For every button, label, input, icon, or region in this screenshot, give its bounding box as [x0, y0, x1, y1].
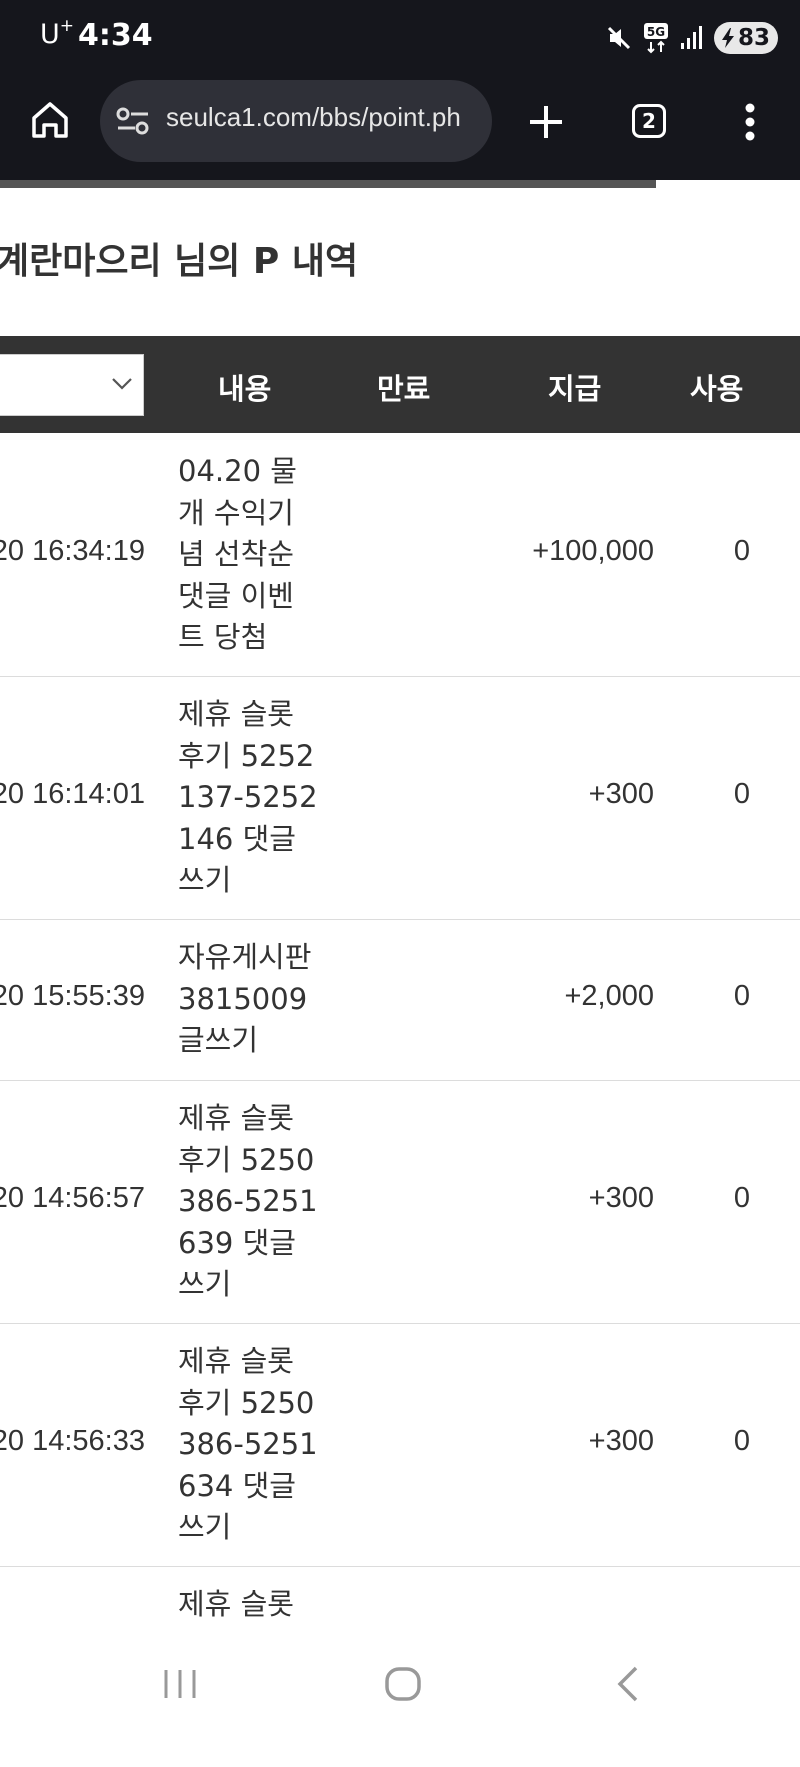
clock: 4:34 [78, 18, 153, 53]
row-date: 20 15:55:39 [0, 980, 145, 1012]
table-row: 20 14:56:33 제휴 슬롯 후기 5250386-5251634 댓글쓰… [0, 1324, 800, 1567]
page-load-progress-fill [0, 180, 656, 188]
back-icon[interactable] [612, 1664, 642, 1704]
column-header-grant: 지급 [548, 372, 602, 406]
mute-icon [607, 26, 631, 50]
home-icon[interactable] [28, 98, 72, 142]
date-filter-select[interactable] [0, 354, 144, 416]
tune-icon[interactable] [116, 106, 150, 136]
column-header-expiry: 만료 [377, 372, 431, 406]
row-grant: +300 [588, 1425, 654, 1457]
tab-switcher-button[interactable]: 2 [632, 104, 666, 138]
row-used: 0 [733, 1425, 750, 1457]
row-content: 제휴 슬롯 [178, 1587, 294, 1621]
chevron-down-icon [112, 378, 132, 390]
signal-icon [680, 26, 702, 49]
battery-indicator: 83 [713, 22, 778, 54]
carrier-sup: + [59, 16, 75, 36]
row-date: 20 16:14:01 [0, 778, 145, 810]
column-header-content: 내용 [218, 372, 272, 406]
row-grant: +300 [588, 1182, 654, 1214]
row-used: 0 [733, 980, 750, 1012]
carrier-name: U [40, 19, 60, 50]
table-row: 20 15:55:39 자유게시판 3815009 글쓰기 +2,000 0 [0, 920, 800, 1081]
row-used: 0 [733, 778, 750, 810]
more-vert-icon[interactable] [732, 102, 768, 142]
row-content: 제휴 슬롯 후기 5250386-5251634 댓글쓰기 [178, 1344, 318, 1544]
row-content: 제휴 슬롯 후기 5252137-5252146 댓글쓰기 [178, 697, 318, 897]
row-date: 20 14:56:57 [0, 1182, 145, 1214]
address-bar[interactable]: seulca1.com/bbs/point.ph [100, 80, 492, 162]
row-content: 자유게시판 3815009 글쓰기 [178, 940, 312, 1057]
recents-icon[interactable] [162, 1664, 198, 1704]
point-history-table: 20 16:34:19 04.20 물개 수익기념 선착순 댓글 이벤트 당첨 … [0, 433, 800, 1767]
browser-toolbar: seulca1.com/bbs/point.ph 2 [0, 76, 800, 180]
page-load-progress [0, 180, 800, 188]
row-content: 04.20 물개 수익기념 선착순 댓글 이벤트 당첨 [178, 454, 297, 654]
row-used: 0 [733, 535, 750, 567]
page-title: 계란마으리 님의 P 내역 [0, 241, 359, 282]
charging-bolt-icon [721, 28, 734, 48]
row-grant: +300 [588, 778, 654, 810]
row-used: 0 [733, 1182, 750, 1214]
carrier-label: U+ [40, 16, 75, 50]
status-bar: U+ 4:34 5G 83 [0, 0, 800, 76]
table-row: 20 16:34:19 04.20 물개 수익기념 선착순 댓글 이벤트 당첨 … [0, 433, 800, 677]
network-5g-icon: 5G [643, 23, 668, 54]
battery-level: 83 [737, 25, 770, 51]
table-row: 20 14:56:57 제휴 슬롯 후기 5250386-5251639 댓글쓰… [0, 1081, 800, 1324]
status-icons: 5G 83 [606, 20, 778, 56]
column-header-used: 사용 [690, 372, 744, 406]
row-grant: +2,000 [564, 980, 654, 1012]
url-text[interactable]: seulca1.com/bbs/point.ph [166, 102, 461, 133]
row-date: 20 14:56:33 [0, 1425, 145, 1457]
home-circle-icon[interactable] [383, 1664, 423, 1704]
plus-icon[interactable] [524, 100, 568, 144]
row-grant: +100,000 [532, 535, 654, 567]
row-content: 제휴 슬롯 후기 5250386-5251639 댓글쓰기 [178, 1101, 318, 1301]
system-nav-bar [0, 1640, 800, 1734]
row-date: 20 16:34:19 [0, 535, 145, 567]
table-row: 20 16:14:01 제휴 슬롯 후기 5252137-5252146 댓글쓰… [0, 677, 800, 920]
network-label: 5G [647, 25, 665, 39]
table-header: 내용 만료 지급 사용 [0, 336, 800, 433]
